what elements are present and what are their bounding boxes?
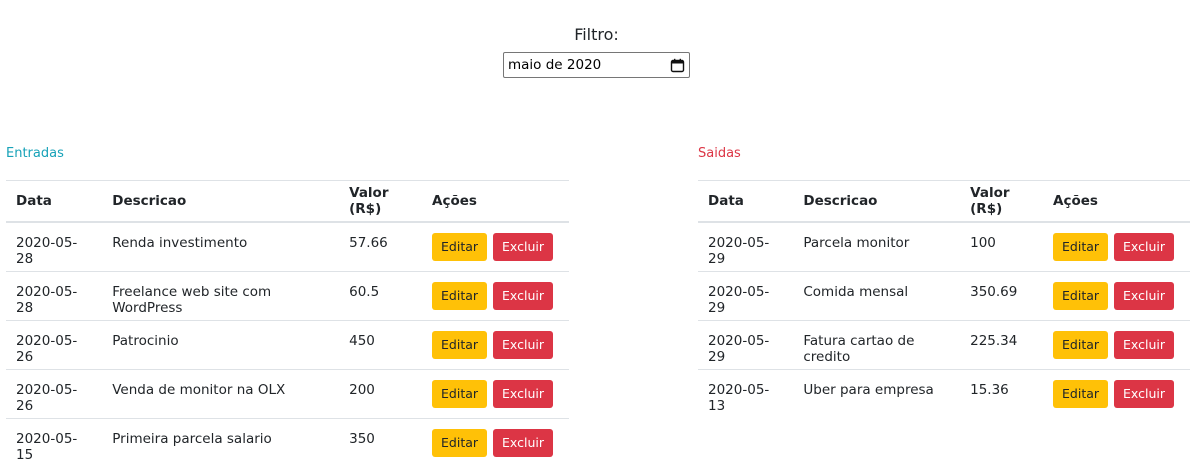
cell-description: Comida mensal — [793, 270, 961, 320]
delete-button[interactable]: Excluir — [493, 428, 553, 457]
cell-value: 57.66 — [349, 235, 388, 251]
column-header-date: Data — [6, 180, 103, 223]
cell-date: 2020-05-13 — [698, 368, 794, 418]
column-header-description: Descricao — [793, 180, 961, 223]
column-header-value: Valor (R$) — [960, 180, 1044, 223]
column-header-date: Data — [698, 180, 794, 223]
cell-date: 2020-05-29 — [698, 270, 794, 320]
delete-button[interactable]: Excluir — [1114, 233, 1174, 261]
column-header-actions: Ações — [422, 180, 569, 223]
cell-date: 2020-05-28 — [16, 235, 78, 267]
delete-button[interactable]: Excluir — [493, 281, 553, 310]
saidas-header-row: Data Descricao Valor (R$) Ações — [698, 180, 1190, 223]
cell-actions: Editar Excluir — [422, 222, 569, 271]
cell-date: 2020-05-26 — [6, 368, 103, 418]
table-row: 2020-05-13 Uber para empresa 15.36 Editar Ex… — [698, 368, 1190, 418]
cell-actions: Editar Excluir — [1043, 319, 1190, 369]
month-filter-value: maio de 2020 — [508, 57, 602, 73]
cell-value: 60.5 — [339, 270, 423, 320]
edit-button[interactable]: Editar — [1053, 281, 1109, 310]
cell-value: 15.36 — [960, 368, 1044, 418]
table-row: 2020-05-29 Parcela monitor 100 Editar Exclui… — [698, 222, 1190, 271]
cell-value: 350.69 — [960, 270, 1044, 320]
cell-actions: Editar Excluir — [422, 417, 569, 467]
column-header-description: Descricao — [102, 180, 340, 223]
edit-button[interactable]: Editar — [1053, 330, 1109, 359]
delete-button[interactable]: Excluir — [1114, 379, 1174, 408]
table-row: 2020-05-29 Fatura cartao de credito 225.34… — [698, 319, 1190, 369]
cell-actions: Editar Excluir — [422, 319, 569, 369]
table-row: 2020-05-28 Renda investimento 57.66 Editar E… — [6, 222, 569, 271]
cell-value: 350 — [339, 417, 423, 467]
cell-value: 100 — [970, 235, 996, 251]
cell-description: Fatura cartao de credito — [793, 319, 961, 369]
table-row: 2020-05-26 Patrocinio 450 Editar Excluir — [6, 319, 569, 369]
cell-actions: Editar Excluir — [422, 368, 569, 418]
edit-button[interactable]: Editar — [1053, 379, 1109, 408]
edit-button[interactable]: Editar — [432, 379, 488, 408]
cell-description: Primeira parcela salario — [102, 417, 340, 467]
cell-value: 225.34 — [960, 319, 1044, 369]
table-row: 2020-05-29 Comida mensal 350.69 Editar Exclu… — [698, 270, 1190, 320]
column-header-value: Valor (R$) — [339, 180, 423, 223]
delete-button[interactable]: Excluir — [493, 379, 553, 408]
cell-value: 450 — [339, 319, 423, 369]
cell-actions: Editar Excluir — [1043, 222, 1190, 271]
cell-date: 2020-05-26 — [6, 319, 103, 369]
table-row: 2020-05-26 Venda de monitor na OLX 200 Edit… — [6, 368, 569, 418]
cell-description: Patrocinio — [102, 319, 340, 369]
edit-button[interactable]: Editar — [432, 233, 488, 261]
calendar-icon[interactable] — [670, 58, 685, 73]
filter-area: Filtro: maio de 2020 — [0, 24, 1193, 78]
month-filter-input[interactable]: maio de 2020 — [503, 52, 690, 78]
cell-actions: Editar Excluir — [422, 270, 569, 320]
delete-button[interactable]: Excluir — [493, 233, 553, 261]
entradas-section: Entradas Data Descricao Valor (R$) Ações… — [6, 146, 569, 467]
cell-date: 2020-05-15 — [6, 417, 103, 467]
cell-date: 2020-05-28 — [6, 270, 103, 320]
edit-button[interactable]: Editar — [432, 428, 488, 457]
table-row: 2020-05-15 Primeira parcela salario 350 Edi… — [6, 417, 569, 467]
cell-description: Uber para empresa — [793, 368, 961, 418]
table-row: 2020-05-28 Freelance web site com WordPre… — [6, 270, 569, 320]
delete-button[interactable]: Excluir — [1114, 330, 1174, 359]
saidas-title: Saidas — [698, 146, 741, 161]
cell-date: 2020-05-29 — [698, 319, 794, 369]
cell-description: Parcela monitor — [803, 235, 910, 251]
entradas-header-row: Data Descricao Valor (R$) Ações — [6, 180, 569, 223]
cell-description: Freelance web site com WordPress — [102, 270, 340, 320]
cell-description: Renda investimento — [112, 235, 248, 251]
entradas-table: Data Descricao Valor (R$) Ações 2020-05-… — [6, 180, 569, 467]
delete-button[interactable]: Excluir — [1114, 281, 1174, 310]
saidas-table: Data Descricao Valor (R$) Ações 2020-05-… — [698, 180, 1190, 418]
edit-button[interactable]: Editar — [432, 330, 488, 359]
cell-actions: Editar Excluir — [1043, 368, 1190, 418]
edit-button[interactable]: Editar — [432, 281, 488, 310]
cell-value: 200 — [339, 368, 423, 418]
cell-date: 2020-05-29 — [708, 235, 770, 267]
edit-button[interactable]: Editar — [1053, 233, 1109, 261]
delete-button[interactable]: Excluir — [493, 330, 553, 359]
cell-description: Venda de monitor na OLX — [102, 368, 340, 418]
cell-actions: Editar Excluir — [1043, 270, 1190, 320]
filter-label: Filtro: — [574, 25, 619, 44]
column-header-actions: Ações — [1043, 180, 1190, 223]
saidas-section: Saidas Data Descricao Valor (R$) Ações 2… — [698, 146, 1190, 418]
entradas-title: Entradas — [6, 146, 64, 161]
